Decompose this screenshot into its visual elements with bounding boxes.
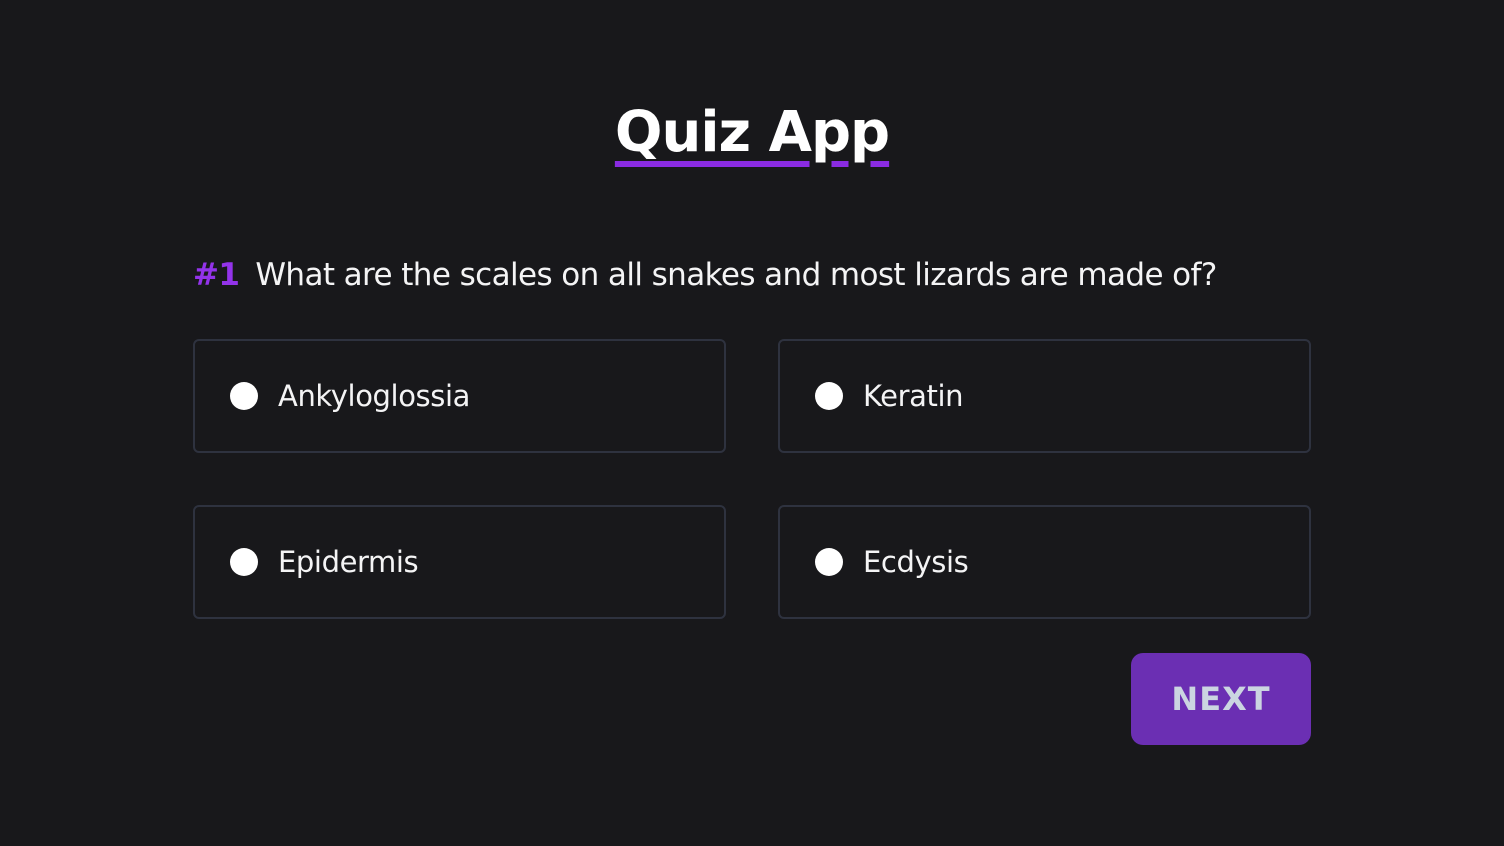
answer-options: Ankyloglossia Keratin Epidermis Ecdysis: [193, 339, 1311, 619]
app-title-text: Quiz App: [614, 100, 890, 165]
answer-option-ecdysis[interactable]: Ecdysis: [778, 505, 1311, 619]
radio-button[interactable]: [815, 548, 843, 576]
question-text: What are the scales on all snakes and mo…: [255, 257, 1217, 293]
answer-option-label: Keratin: [863, 379, 964, 413]
answer-option-keratin[interactable]: Keratin: [778, 339, 1311, 453]
app-title: Quiz App: [0, 100, 1504, 165]
answer-option-epidermis[interactable]: Epidermis: [193, 505, 726, 619]
radio-button[interactable]: [230, 548, 258, 576]
answer-option-label: Ankyloglossia: [278, 379, 470, 413]
answer-option-ankyloglossia[interactable]: Ankyloglossia: [193, 339, 726, 453]
radio-button[interactable]: [230, 382, 258, 410]
next-button[interactable]: NEXT: [1131, 653, 1311, 745]
answer-option-label: Epidermis: [278, 545, 419, 579]
question: #1 What are the scales on all snakes and …: [193, 255, 1313, 295]
radio-button[interactable]: [815, 382, 843, 410]
question-number: #1: [193, 257, 240, 293]
answer-option-label: Ecdysis: [863, 545, 969, 579]
